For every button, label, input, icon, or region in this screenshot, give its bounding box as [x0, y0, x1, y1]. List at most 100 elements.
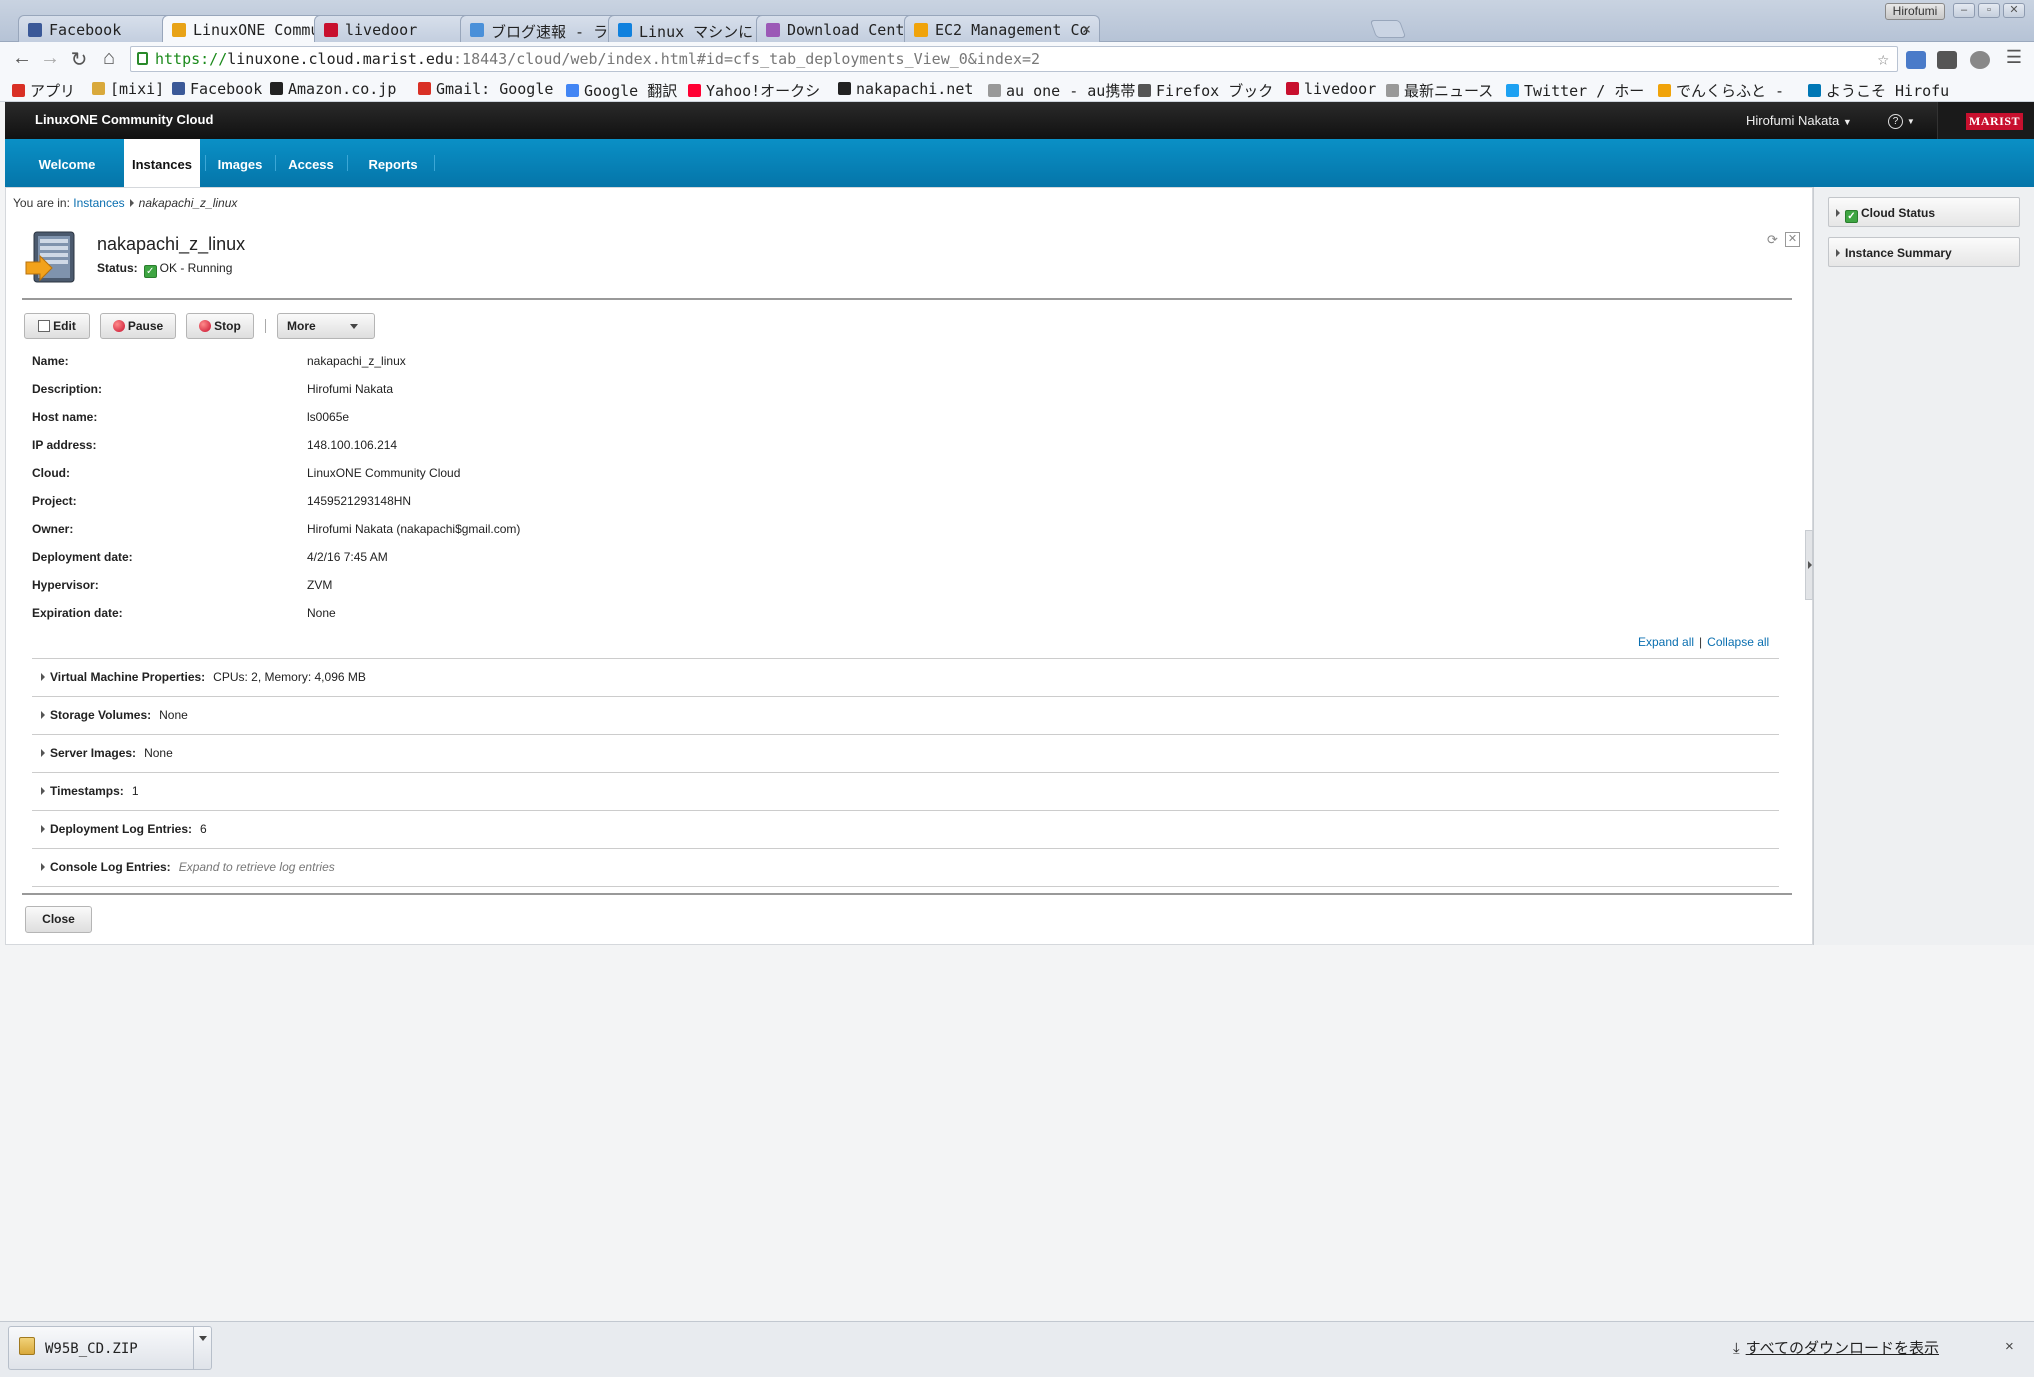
sidebar-panel-cloud-status[interactable]: ✓ Cloud Status [1828, 197, 2020, 227]
expand-arrow-icon [1836, 209, 1840, 217]
sidebar-splitter[interactable] [1805, 530, 1813, 600]
close-panel-icon[interactable]: ✕ [1785, 232, 1800, 247]
close-shelf-icon[interactable]: × [2005, 1338, 2014, 1355]
refresh-icon[interactable]: ⟳ [1765, 232, 1780, 247]
bookmark-item[interactable]: livedoor [1286, 80, 1376, 98]
bookmark-label: au one - au携帯 [1006, 82, 1136, 100]
expand-arrow-icon[interactable] [41, 863, 45, 871]
bookmark-favicon-icon [172, 82, 185, 95]
tab-label: livedoor [345, 21, 418, 39]
bookmark-item[interactable]: ようこそ Hirofu [1808, 80, 1949, 101]
bookmark-star-icon[interactable]: ☆ [1878, 48, 1889, 70]
bookmark-item[interactable]: [mixi] [92, 80, 164, 98]
tab-instances[interactable]: Instances [124, 139, 200, 187]
bookmark-favicon-icon [1808, 84, 1821, 97]
bookmark-item[interactable]: Twitter / ホー [1506, 80, 1644, 101]
close-button[interactable]: Close [25, 906, 92, 933]
tab-close-icon[interactable]: × [1082, 20, 1091, 38]
edit-button[interactable]: Edit [24, 313, 90, 339]
bookmark-item[interactable]: Firefox ブック [1138, 80, 1273, 101]
collapsible-section[interactable]: Timestamps: 1 [32, 773, 1779, 811]
zip-file-icon [19, 1337, 35, 1355]
new-tab-button[interactable] [1369, 20, 1407, 38]
collapsible-section[interactable]: Storage Volumes: None [32, 697, 1779, 735]
breadcrumb-instances-link[interactable]: Instances [73, 196, 124, 210]
tab-images[interactable]: Images [205, 139, 275, 187]
bookmark-favicon-icon [1286, 82, 1299, 95]
instance-header: nakapachi_z_linux Status: ✓ OK - Running ⟳… [22, 230, 1800, 300]
address-bar[interactable]: https://linuxone.cloud.marist.edu:18443/… [130, 46, 1898, 72]
tab-welcome[interactable]: Welcome [10, 139, 124, 187]
expand-arrow-icon[interactable] [41, 825, 45, 833]
back-icon[interactable]: ← [10, 47, 34, 70]
instance-title: nakapachi_z_linux [97, 234, 246, 254]
forward-icon[interactable]: → [38, 47, 62, 70]
extension-icon[interactable] [1970, 51, 1990, 69]
bookmark-item[interactable]: au one - au携帯 [988, 80, 1135, 101]
minimize-button[interactable]: – [1953, 3, 1975, 18]
expand-arrow-icon[interactable] [41, 711, 45, 719]
bookmark-favicon-icon [12, 84, 25, 97]
home-icon[interactable]: ⌂ [97, 47, 121, 70]
stop-button[interactable]: Stop [186, 313, 254, 339]
check-icon: ✓ [1845, 210, 1858, 223]
collapsible-section[interactable]: Deployment Log Entries: 6 [32, 811, 1779, 849]
chevron-down-icon: ▼ [1906, 117, 1915, 126]
bookmark-favicon-icon [92, 82, 105, 95]
collapsible-section[interactable]: Virtual Machine Properties: CPUs: 2, Memo… [32, 659, 1779, 697]
sidebar-panel-instance-summary[interactable]: Instance Summary [1828, 237, 2020, 267]
collapse-all-link[interactable]: Collapse all [1707, 635, 1769, 649]
bookmark-item[interactable]: nakapachi.net [838, 80, 973, 98]
download-item[interactable]: W95B_CD.ZIP [8, 1326, 212, 1370]
bookmark-item[interactable]: アプリ [12, 80, 75, 101]
main-nav: Welcome Instances Images Access Reports [5, 139, 2034, 187]
expand-arrow-icon[interactable] [41, 749, 45, 757]
maximize-button[interactable]: ▫ [1978, 3, 2000, 18]
user-menu[interactable]: Hirofumi Nakata ▼ [1746, 113, 1852, 128]
property-label: Deployment date: [32, 550, 133, 564]
profile-badge[interactable]: Hirofumi [1885, 3, 1945, 20]
collapsible-section[interactable]: Console Log Entries: Expand to retrieve l… [32, 849, 1779, 887]
expand-arrow-icon[interactable] [41, 673, 45, 681]
tab-reports[interactable]: Reports [347, 139, 439, 187]
extension-icon[interactable] [1906, 51, 1926, 69]
download-options-button[interactable] [193, 1327, 211, 1369]
breadcrumb-current: nakapachi_z_linux [138, 196, 238, 210]
bookmark-item[interactable]: Facebook [172, 80, 262, 98]
more-menu-button[interactable]: More [277, 313, 375, 339]
property-value: Hirofumi Nakata [307, 382, 394, 396]
help-menu[interactable]: ? ▼ [1888, 111, 1915, 129]
lock-icon [137, 52, 148, 65]
collapsible-section[interactable]: Server Images: None [32, 735, 1779, 773]
bookmark-item[interactable]: Yahoo!オークシ [688, 80, 820, 101]
pause-button[interactable]: Pause [100, 313, 176, 339]
marist-logo: MARIST [1937, 102, 2034, 139]
show-all-downloads-link[interactable]: ⤓ すべてのダウンロードを表示 [1733, 1337, 1939, 1358]
tab-favicon-icon [324, 23, 338, 37]
section-value: None [159, 708, 188, 722]
property-label: Cloud: [32, 466, 70, 480]
stop-icon [199, 320, 212, 332]
bookmark-label: でんくらふと - [1676, 82, 1785, 100]
expand-all-link[interactable]: Expand all [1638, 635, 1694, 649]
bookmark-item[interactable]: 最新ニュース [1386, 80, 1493, 101]
close-window-button[interactable]: ✕ [2003, 3, 2025, 18]
bookmark-favicon-icon [1386, 84, 1399, 97]
reload-icon[interactable]: ↻ [67, 47, 91, 72]
bookmark-item[interactable]: でんくらふと - [1658, 80, 1784, 101]
property-label: Name: [32, 354, 69, 368]
collapsible-sections: Virtual Machine Properties: CPUs: 2, Memo… [32, 658, 1779, 887]
bookmark-item[interactable]: Amazon.co.jp [270, 80, 396, 98]
section-label: Console Log Entries: [50, 860, 171, 874]
bookmark-favicon-icon [988, 84, 1001, 97]
bookmark-item[interactable]: Google 翻訳 [566, 80, 677, 101]
instance-detail-panel: You are in: Instances nakapachi_z_linux n… [5, 187, 1813, 945]
bookmark-item[interactable]: Gmail: Google [418, 80, 553, 98]
extension-icon[interactable] [1937, 51, 1957, 69]
menu-icon[interactable]: ☰ [2002, 47, 2026, 68]
download-shelf: W95B_CD.ZIP ⤓ すべてのダウンロードを表示 × [0, 1321, 2034, 1377]
browser-tab[interactable]: EC2 Management Co × [904, 15, 1100, 42]
tab-access[interactable]: Access [275, 139, 347, 187]
property-label: Description: [32, 382, 103, 396]
expand-arrow-icon[interactable] [41, 787, 45, 795]
